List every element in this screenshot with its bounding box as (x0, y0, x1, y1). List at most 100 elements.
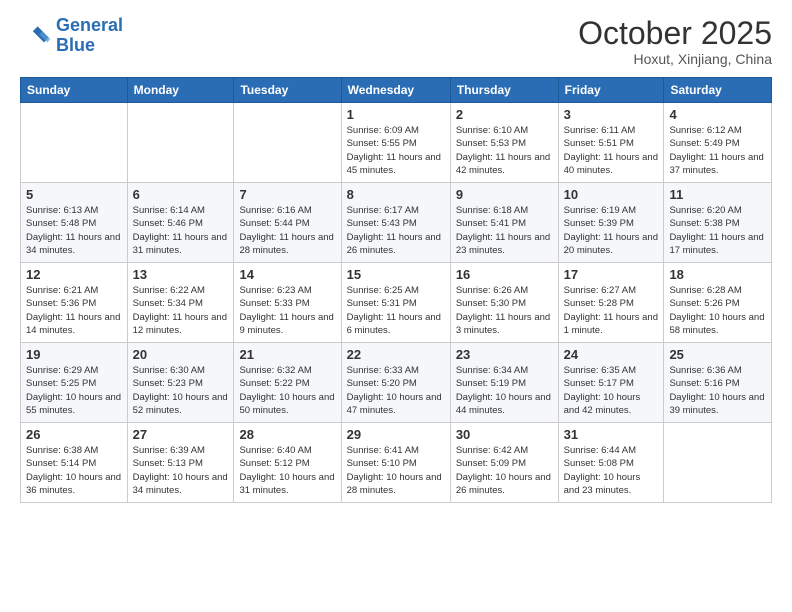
header: General Blue October 2025 Hoxut, Xinjian… (20, 16, 772, 67)
day-number: 19 (26, 347, 122, 362)
calendar-cell: 6 Sunrise: 6:14 AM Sunset: 5:46 PM Daylig… (127, 183, 234, 263)
day-number: 4 (669, 107, 766, 122)
calendar-week-row: 5 Sunrise: 6:13 AM Sunset: 5:48 PM Daylig… (21, 183, 772, 263)
calendar-cell: 16 Sunrise: 6:26 AM Sunset: 5:30 PM Dayli… (450, 263, 558, 343)
day-number: 22 (347, 347, 445, 362)
day-number: 30 (456, 427, 553, 442)
day-info: Sunrise: 6:12 AM Sunset: 5:49 PM Dayligh… (669, 124, 766, 177)
day-number: 25 (669, 347, 766, 362)
day-info: Sunrise: 6:36 AM Sunset: 5:16 PM Dayligh… (669, 364, 766, 417)
day-info: Sunrise: 6:11 AM Sunset: 5:51 PM Dayligh… (564, 124, 659, 177)
calendar-cell: 29 Sunrise: 6:41 AM Sunset: 5:10 PM Dayli… (341, 423, 450, 503)
day-info: Sunrise: 6:13 AM Sunset: 5:48 PM Dayligh… (26, 204, 122, 257)
calendar-cell: 15 Sunrise: 6:25 AM Sunset: 5:31 PM Dayli… (341, 263, 450, 343)
logo-line2: Blue (56, 35, 95, 55)
day-info: Sunrise: 6:17 AM Sunset: 5:43 PM Dayligh… (347, 204, 445, 257)
day-info: Sunrise: 6:29 AM Sunset: 5:25 PM Dayligh… (26, 364, 122, 417)
day-info: Sunrise: 6:22 AM Sunset: 5:34 PM Dayligh… (133, 284, 229, 337)
day-info: Sunrise: 6:19 AM Sunset: 5:39 PM Dayligh… (564, 204, 659, 257)
day-info: Sunrise: 6:41 AM Sunset: 5:10 PM Dayligh… (347, 444, 445, 497)
calendar-cell: 8Sunrise: 6:17 AM Sunset: 5:43 PM Daylig… (341, 183, 450, 263)
day-number: 24 (564, 347, 659, 362)
day-number: 18 (669, 267, 766, 282)
calendar-header-row: SundayMondayTuesdayWednesdayThursdayFrid… (21, 78, 772, 103)
logo: General Blue (20, 16, 123, 56)
day-info: Sunrise: 6:09 AM Sunset: 5:55 PM Dayligh… (347, 124, 445, 177)
day-info: Sunrise: 6:30 AM Sunset: 5:23 PM Dayligh… (133, 364, 229, 417)
subtitle: Hoxut, Xinjiang, China (578, 51, 772, 67)
day-info: Sunrise: 6:26 AM Sunset: 5:30 PM Dayligh… (456, 284, 553, 337)
column-header-friday: Friday (558, 78, 664, 103)
day-info: Sunrise: 6:27 AM Sunset: 5:28 PM Dayligh… (564, 284, 659, 337)
calendar-cell: 1 Sunrise: 6:09 AM Sunset: 5:55 PM Daylig… (341, 103, 450, 183)
day-number: 21 (239, 347, 335, 362)
calendar: SundayMondayTuesdayWednesdayThursdayFrid… (20, 77, 772, 503)
calendar-cell (664, 423, 772, 503)
calendar-cell: 11Sunrise: 6:20 AM Sunset: 5:38 PM Dayli… (664, 183, 772, 263)
calendar-week-row: 1 Sunrise: 6:09 AM Sunset: 5:55 PM Daylig… (21, 103, 772, 183)
day-number: 31 (564, 427, 659, 442)
day-number: 27 (133, 427, 229, 442)
day-number: 23 (456, 347, 553, 362)
day-number: 29 (347, 427, 445, 442)
logo-text: General Blue (56, 16, 123, 56)
day-number: 12 (26, 267, 122, 282)
calendar-cell (127, 103, 234, 183)
day-info: Sunrise: 6:32 AM Sunset: 5:22 PM Dayligh… (239, 364, 335, 417)
day-info: Sunrise: 6:14 AM Sunset: 5:46 PM Dayligh… (133, 204, 229, 257)
day-info: Sunrise: 6:33 AM Sunset: 5:20 PM Dayligh… (347, 364, 445, 417)
calendar-cell: 25 Sunrise: 6:36 AM Sunset: 5:16 PM Dayli… (664, 343, 772, 423)
calendar-cell: 28 Sunrise: 6:40 AM Sunset: 5:12 PM Dayli… (234, 423, 341, 503)
calendar-cell: 23Sunrise: 6:34 AM Sunset: 5:19 PM Dayli… (450, 343, 558, 423)
day-number: 16 (456, 267, 553, 282)
day-number: 5 (26, 187, 122, 202)
day-number: 1 (347, 107, 445, 122)
calendar-week-row: 26 Sunrise: 6:38 AM Sunset: 5:14 PM Dayli… (21, 423, 772, 503)
day-info: Sunrise: 6:42 AM Sunset: 5:09 PM Dayligh… (456, 444, 553, 497)
day-info: Sunrise: 6:23 AM Sunset: 5:33 PM Dayligh… (239, 284, 335, 337)
calendar-week-row: 19 Sunrise: 6:29 AM Sunset: 5:25 PM Dayli… (21, 343, 772, 423)
month-title: October 2025 (578, 16, 772, 51)
day-number: 7 (239, 187, 335, 202)
day-info: Sunrise: 6:25 AM Sunset: 5:31 PM Dayligh… (347, 284, 445, 337)
calendar-cell: 21 Sunrise: 6:32 AM Sunset: 5:22 PM Dayli… (234, 343, 341, 423)
calendar-cell: 2Sunrise: 6:10 AM Sunset: 5:53 PM Daylig… (450, 103, 558, 183)
calendar-cell: 12Sunrise: 6:21 AM Sunset: 5:36 PM Dayli… (21, 263, 128, 343)
calendar-cell: 26 Sunrise: 6:38 AM Sunset: 5:14 PM Dayli… (21, 423, 128, 503)
day-info: Sunrise: 6:39 AM Sunset: 5:13 PM Dayligh… (133, 444, 229, 497)
day-number: 28 (239, 427, 335, 442)
calendar-week-row: 12Sunrise: 6:21 AM Sunset: 5:36 PM Dayli… (21, 263, 772, 343)
column-header-tuesday: Tuesday (234, 78, 341, 103)
day-number: 15 (347, 267, 445, 282)
day-number: 10 (564, 187, 659, 202)
day-number: 2 (456, 107, 553, 122)
day-info: Sunrise: 6:16 AM Sunset: 5:44 PM Dayligh… (239, 204, 335, 257)
day-number: 14 (239, 267, 335, 282)
calendar-cell: 17 Sunrise: 6:27 AM Sunset: 5:28 PM Dayli… (558, 263, 664, 343)
calendar-cell: 7 Sunrise: 6:16 AM Sunset: 5:44 PM Daylig… (234, 183, 341, 263)
calendar-cell (21, 103, 128, 183)
day-info: Sunrise: 6:38 AM Sunset: 5:14 PM Dayligh… (26, 444, 122, 497)
column-header-monday: Monday (127, 78, 234, 103)
calendar-cell: 19 Sunrise: 6:29 AM Sunset: 5:25 PM Dayli… (21, 343, 128, 423)
day-number: 17 (564, 267, 659, 282)
calendar-cell: 18 Sunrise: 6:28 AM Sunset: 5:26 PM Dayli… (664, 263, 772, 343)
day-info: Sunrise: 6:20 AM Sunset: 5:38 PM Dayligh… (669, 204, 766, 257)
column-header-sunday: Sunday (21, 78, 128, 103)
calendar-cell: 20 Sunrise: 6:30 AM Sunset: 5:23 PM Dayli… (127, 343, 234, 423)
day-info: Sunrise: 6:28 AM Sunset: 5:26 PM Dayligh… (669, 284, 766, 337)
column-header-thursday: Thursday (450, 78, 558, 103)
calendar-cell (234, 103, 341, 183)
day-number: 26 (26, 427, 122, 442)
calendar-cell: 27 Sunrise: 6:39 AM Sunset: 5:13 PM Dayli… (127, 423, 234, 503)
logo-line1: General (56, 15, 123, 35)
day-number: 6 (133, 187, 229, 202)
day-number: 20 (133, 347, 229, 362)
column-header-wednesday: Wednesday (341, 78, 450, 103)
calendar-cell: 14 Sunrise: 6:23 AM Sunset: 5:33 PM Dayli… (234, 263, 341, 343)
calendar-cell: 13Sunrise: 6:22 AM Sunset: 5:34 PM Dayli… (127, 263, 234, 343)
column-header-saturday: Saturday (664, 78, 772, 103)
calendar-cell: 31 Sunrise: 6:44 AM Sunset: 5:08 PM Dayli… (558, 423, 664, 503)
day-info: Sunrise: 6:40 AM Sunset: 5:12 PM Dayligh… (239, 444, 335, 497)
day-info: Sunrise: 6:44 AM Sunset: 5:08 PM Dayligh… (564, 444, 659, 497)
